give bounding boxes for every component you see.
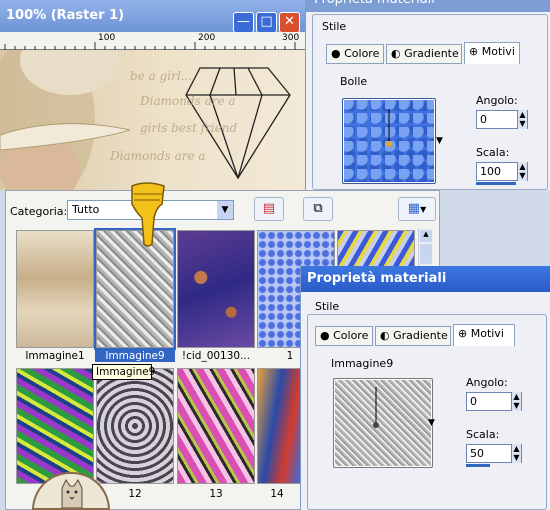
swatch-dropdown-arrow[interactable]: ▼: [428, 418, 435, 428]
circle-icon: ●: [320, 329, 330, 342]
thumb-label: 13: [209, 488, 223, 500]
copy-icon: ⧉: [313, 201, 323, 216]
view-options-button[interactable]: ▦▼: [398, 197, 436, 221]
pattern-swatch[interactable]: [333, 378, 433, 468]
view-options-icon: ▦: [407, 201, 421, 216]
raster-window: 100% (Raster 1) — □ ✕ 100 200 300 be a g…: [0, 0, 305, 190]
svg-text:Diamonds are a: Diamonds are a: [139, 94, 236, 108]
canvas-artwork: be a girl... Diamonds are a girls best f…: [0, 50, 291, 190]
angle-value: 0: [470, 395, 477, 408]
pointing-hand-icon: [131, 182, 165, 247]
style-label: Stile: [320, 20, 349, 33]
close-button[interactable]: ✕: [279, 12, 300, 33]
scale-spinner[interactable]: ▲ ▼: [517, 162, 527, 181]
materials-panel-front: Proprietà materiali Stile ● Colore ◐ Gra…: [300, 266, 550, 510]
angle-spinner[interactable]: ▲ ▼: [517, 110, 527, 129]
thumb-14[interactable]: [257, 368, 301, 484]
ruler-label-100: 100: [98, 33, 116, 43]
thumb-12[interactable]: [96, 368, 174, 484]
pattern-folder-icon: ▤: [262, 201, 276, 216]
pattern-swatch[interactable]: [342, 98, 436, 184]
pattern-angle-indicator: [373, 387, 379, 428]
tab-label: Gradiente: [393, 329, 448, 342]
tab-label: Motivi: [481, 45, 515, 58]
thumb-label-selected: Immagine9: [95, 350, 175, 362]
svg-text:Diamonds are a: Diamonds are a: [109, 149, 206, 163]
angle-label: Angolo:: [466, 376, 508, 389]
angle-input[interactable]: 0 ▲ ▼: [476, 110, 528, 129]
tab-label: Motivi: [470, 327, 504, 340]
scale-input[interactable]: 100 ▲ ▼: [476, 162, 528, 181]
tab-motivi[interactable]: ⊕ Motivi: [464, 42, 520, 64]
scale-input[interactable]: 50 ▲ ▼: [466, 444, 522, 463]
svg-text:be a girl...: be a girl...: [130, 69, 192, 83]
ruler-label-200: 200: [198, 33, 216, 43]
angle-spinner[interactable]: ▲ ▼: [511, 392, 521, 411]
pattern-name: Bolle: [340, 75, 368, 88]
scale-bar: [466, 464, 490, 467]
scroll-thumb[interactable]: [420, 244, 432, 264]
image-canvas[interactable]: be a girl... Diamonds are a girls best f…: [0, 50, 305, 190]
style-label: Stile: [315, 300, 340, 313]
scale-value: 50: [470, 447, 484, 460]
ruler-ticks: [4, 42, 296, 50]
tab-motivi[interactable]: ⊕ Motivi: [453, 324, 515, 346]
scale-label: Scala:: [466, 428, 500, 441]
circle-icon: ●: [331, 47, 341, 60]
scale-bar: [476, 182, 516, 185]
copy-button[interactable]: ⧉: [303, 197, 333, 221]
pattern-icon: ⊕: [458, 327, 468, 340]
gradient-icon: ◐: [391, 47, 401, 60]
thumb-immagine1[interactable]: [16, 230, 94, 348]
category-value: Tutto: [72, 203, 100, 216]
thumb-label: 14: [270, 488, 284, 500]
tab-label: Colore: [333, 329, 369, 342]
scale-value: 100: [480, 165, 501, 178]
gradient-icon: ◐: [380, 329, 390, 342]
pattern-angle-indicator: [386, 109, 392, 147]
panel-title: Proprietà materiali: [306, 0, 550, 12]
pattern-name: Immagine9: [331, 357, 394, 370]
category-label: Categoria:: [10, 205, 68, 218]
materials-panel-back: Proprietà materiali Stile ● Colore ◐ Gra…: [305, 0, 550, 190]
minimize-button[interactable]: —: [233, 12, 254, 33]
ruler: 100 200 300: [0, 32, 305, 50]
chevron-down-icon[interactable]: ▼: [217, 201, 233, 219]
swatch-dropdown-arrow[interactable]: ▼: [436, 136, 443, 146]
tab-colore[interactable]: ● Colore: [315, 326, 373, 346]
angle-label: Angolo:: [476, 94, 518, 107]
maximize-button[interactable]: □: [256, 12, 277, 33]
tab-colore[interactable]: ● Colore: [326, 44, 384, 64]
tab-label: Gradiente: [404, 47, 459, 60]
thumbnail-tooltip: Immagine9: [92, 364, 155, 380]
angle-input[interactable]: 0 ▲ ▼: [466, 392, 522, 411]
tab-label: Colore: [344, 47, 380, 60]
panel-title: Proprietà materiali: [307, 271, 447, 286]
thumb-cid[interactable]: [177, 230, 255, 348]
pattern-icon: ⊕: [469, 45, 479, 58]
thumb-label: !cid_00130...: [181, 350, 251, 362]
scale-label: Scala:: [476, 146, 510, 159]
scale-spinner[interactable]: ▲ ▼: [511, 444, 521, 463]
thumb-label: Immagine1: [25, 350, 85, 362]
ruler-label-300: 300: [282, 33, 300, 43]
pattern-folder-button[interactable]: ▤: [254, 197, 284, 221]
tab-gradiente[interactable]: ◐ Gradiente: [386, 44, 462, 64]
panel-title-bar[interactable]: Proprietà materiali: [301, 266, 550, 292]
angle-value: 0: [480, 113, 487, 126]
scroll-up-arrow[interactable]: ▲: [420, 230, 432, 242]
svg-text:girls best friend: girls best friend: [140, 121, 237, 135]
raster-title: 100% (Raster 1): [6, 8, 125, 23]
tab-gradiente[interactable]: ◐ Gradiente: [375, 326, 451, 346]
thumb-11[interactable]: [16, 368, 94, 484]
thumb-13[interactable]: [177, 368, 255, 484]
